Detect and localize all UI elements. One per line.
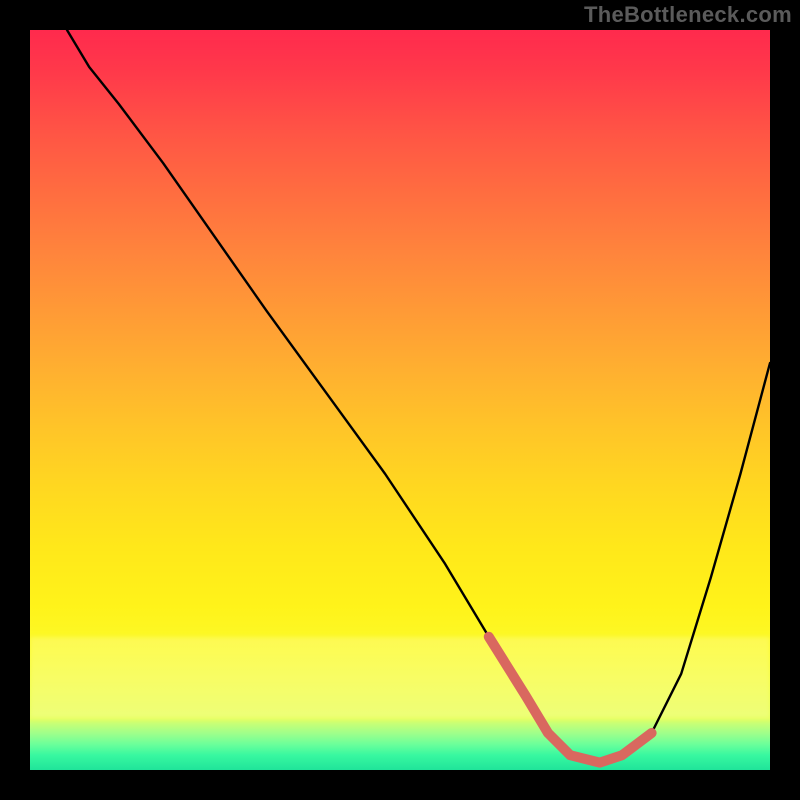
watermark-text: TheBottleneck.com (584, 2, 792, 28)
highlight-path (489, 637, 652, 763)
chart-frame: TheBottleneck.com (0, 0, 800, 800)
main-curve-path (67, 30, 770, 763)
plot-area (30, 30, 770, 770)
curve-svg (30, 30, 770, 770)
